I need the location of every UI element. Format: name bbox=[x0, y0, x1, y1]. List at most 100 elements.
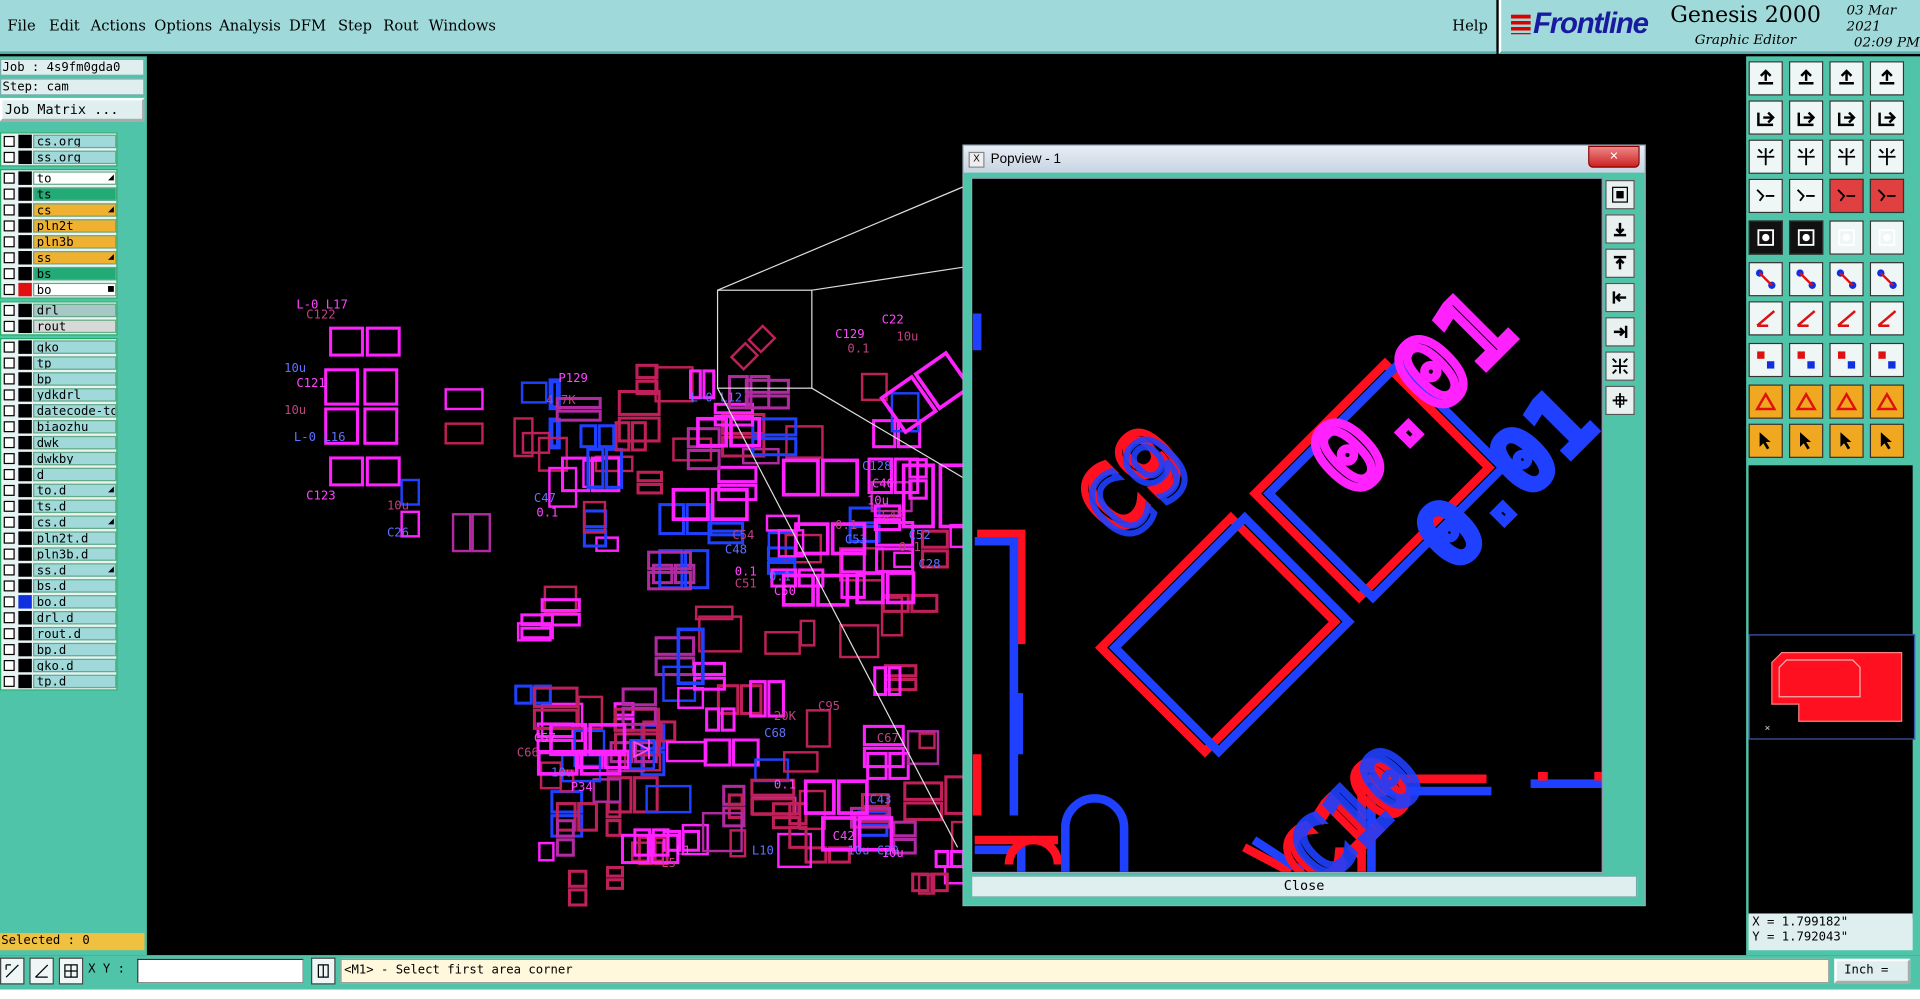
tool-line-icon[interactable] bbox=[1829, 220, 1864, 255]
layer-checkbox[interactable] bbox=[3, 644, 15, 656]
menu-help[interactable]: Help bbox=[1452, 17, 1488, 34]
layer-color-swatch[interactable] bbox=[18, 219, 32, 233]
layer-checkbox[interactable] bbox=[3, 373, 15, 385]
menu-step[interactable]: Step bbox=[338, 17, 372, 34]
layer-name[interactable]: ss bbox=[33, 251, 117, 265]
layer-color-swatch[interactable] bbox=[18, 404, 32, 418]
layer-checkbox[interactable] bbox=[3, 320, 15, 332]
layer-checkbox[interactable] bbox=[3, 268, 15, 280]
layer-row[interactable]: bp.d bbox=[1, 642, 117, 658]
layer-row[interactable]: bp bbox=[1, 371, 117, 387]
layer-checkbox[interactable] bbox=[3, 628, 15, 640]
layer-row[interactable]: pln3b.d bbox=[1, 546, 117, 562]
layer-checkbox[interactable] bbox=[3, 484, 15, 496]
layer-row[interactable]: ss.d ◢ bbox=[1, 562, 117, 578]
close-icon[interactable]: × bbox=[1588, 145, 1640, 168]
layer-name[interactable]: to.d bbox=[33, 483, 117, 498]
layer-color-swatch[interactable] bbox=[18, 658, 32, 673]
layer-checkbox[interactable] bbox=[3, 135, 15, 147]
tool-net-icon[interactable] bbox=[1829, 178, 1864, 214]
layer-name[interactable]: bp.d bbox=[33, 642, 117, 657]
layer-checkbox[interactable] bbox=[3, 284, 15, 296]
tool-cross-icon[interactable] bbox=[1788, 262, 1824, 297]
layer-row[interactable]: cs ◢ bbox=[1, 202, 117, 218]
layer-row[interactable]: tp bbox=[1, 355, 117, 371]
layer-name[interactable]: gko bbox=[33, 340, 117, 354]
layer-row[interactable]: pln2t bbox=[1, 218, 117, 234]
tool-home-icon[interactable] bbox=[1829, 61, 1864, 96]
layer-name[interactable]: drl.d bbox=[33, 611, 117, 625]
layer-name[interactable]: pln3b.d bbox=[33, 547, 117, 561]
layer-name[interactable]: bs.d bbox=[33, 579, 117, 593]
layer-checkbox[interactable] bbox=[3, 236, 15, 248]
layer-name[interactable]: ss.org bbox=[33, 150, 117, 165]
layer-color-swatch[interactable] bbox=[18, 483, 32, 498]
tool-drc-icon[interactable] bbox=[1748, 342, 1783, 378]
tool-help-icon[interactable] bbox=[1869, 139, 1905, 174]
tool-connect-icon[interactable] bbox=[1829, 262, 1864, 297]
layer-color-swatch[interactable] bbox=[18, 319, 32, 334]
tool-shapes-icon[interactable] bbox=[1869, 342, 1905, 378]
layer-checkbox[interactable] bbox=[3, 660, 15, 672]
pan-right-icon[interactable] bbox=[1605, 317, 1635, 347]
layer-checkbox[interactable] bbox=[3, 405, 15, 417]
layer-checkbox[interactable] bbox=[3, 453, 15, 465]
layer-color-swatch[interactable] bbox=[18, 235, 32, 249]
layer-checkbox[interactable] bbox=[3, 548, 15, 560]
layer-name[interactable]: tp.d bbox=[33, 674, 117, 689]
board-overview[interactable]: × bbox=[1748, 634, 1916, 740]
tool-surface-icon[interactable] bbox=[1869, 220, 1905, 255]
menu-edit[interactable]: Edit bbox=[49, 17, 80, 34]
tool-pointer-edit-icon[interactable] bbox=[1829, 423, 1864, 458]
layer-color-swatch[interactable] bbox=[18, 674, 32, 689]
layer-name[interactable]: bo bbox=[33, 282, 117, 297]
layer-checkbox[interactable] bbox=[3, 341, 15, 353]
layer-color-swatch[interactable] bbox=[18, 388, 32, 402]
layer-checkbox[interactable] bbox=[3, 220, 15, 232]
layer-name[interactable]: to bbox=[33, 171, 117, 185]
popview-close-button[interactable]: Close bbox=[971, 875, 1638, 898]
layer-color-swatch[interactable] bbox=[18, 171, 32, 185]
tool-side-icon[interactable] bbox=[1869, 100, 1905, 135]
layer-row[interactable]: ts bbox=[1, 186, 117, 202]
layer-row[interactable]: to ◢ bbox=[1, 170, 117, 186]
layer-checkbox[interactable] bbox=[3, 204, 15, 216]
layer-color-swatch[interactable] bbox=[18, 626, 32, 641]
layer-name[interactable]: biaozhu bbox=[33, 420, 117, 434]
layer-row[interactable]: d bbox=[1, 467, 117, 483]
popview-zoom-view[interactable]: C9 C9 0.01 0.01 C10 C10 bbox=[971, 177, 1603, 874]
layer-name[interactable]: dwkby bbox=[33, 451, 117, 466]
menu-options[interactable]: Options bbox=[154, 17, 212, 34]
command-icon[interactable] bbox=[311, 957, 336, 985]
menu-analysis[interactable]: Analysis bbox=[219, 17, 281, 34]
zoom-in-icon[interactable] bbox=[1605, 214, 1635, 244]
tool-import-icon[interactable] bbox=[1748, 100, 1783, 135]
select-mode-icon[interactable] bbox=[0, 957, 25, 985]
layer-color-swatch[interactable] bbox=[18, 579, 32, 593]
pan-left-icon[interactable] bbox=[1605, 282, 1635, 313]
layer-checkbox[interactable] bbox=[3, 172, 15, 184]
layer-checkbox[interactable] bbox=[3, 188, 15, 200]
grid-snap-icon[interactable] bbox=[58, 957, 84, 985]
layer-row[interactable]: tp.d bbox=[1, 673, 117, 689]
layer-checkbox[interactable] bbox=[3, 252, 15, 264]
tool-snap-icon[interactable] bbox=[1788, 220, 1824, 255]
layer-row[interactable]: datecode-to bbox=[1, 403, 117, 419]
tool-filter-icon[interactable] bbox=[1748, 178, 1783, 214]
tool-pointer-move-icon[interactable] bbox=[1869, 423, 1905, 458]
layer-name[interactable]: pln2t bbox=[33, 219, 117, 233]
zoom-fit-icon[interactable] bbox=[1605, 180, 1635, 210]
layer-color-swatch[interactable] bbox=[18, 266, 32, 281]
layer-color-swatch[interactable] bbox=[18, 187, 32, 201]
layer-row[interactable]: bo.d bbox=[1, 594, 117, 610]
layer-name[interactable]: bo.d bbox=[33, 595, 117, 609]
layer-checkbox[interactable] bbox=[3, 304, 15, 316]
layer-color-swatch[interactable] bbox=[18, 150, 32, 165]
layer-name[interactable]: cs.org bbox=[33, 134, 117, 149]
tool-mirror-icon[interactable] bbox=[1869, 301, 1905, 336]
tool-dash-icon[interactable] bbox=[1788, 342, 1824, 378]
layer-row[interactable]: to.d ◢ bbox=[1, 482, 117, 498]
tool-top-icon[interactable] bbox=[1748, 61, 1783, 96]
layer-checkbox[interactable] bbox=[3, 421, 15, 433]
tool-export-icon[interactable] bbox=[1788, 100, 1824, 135]
